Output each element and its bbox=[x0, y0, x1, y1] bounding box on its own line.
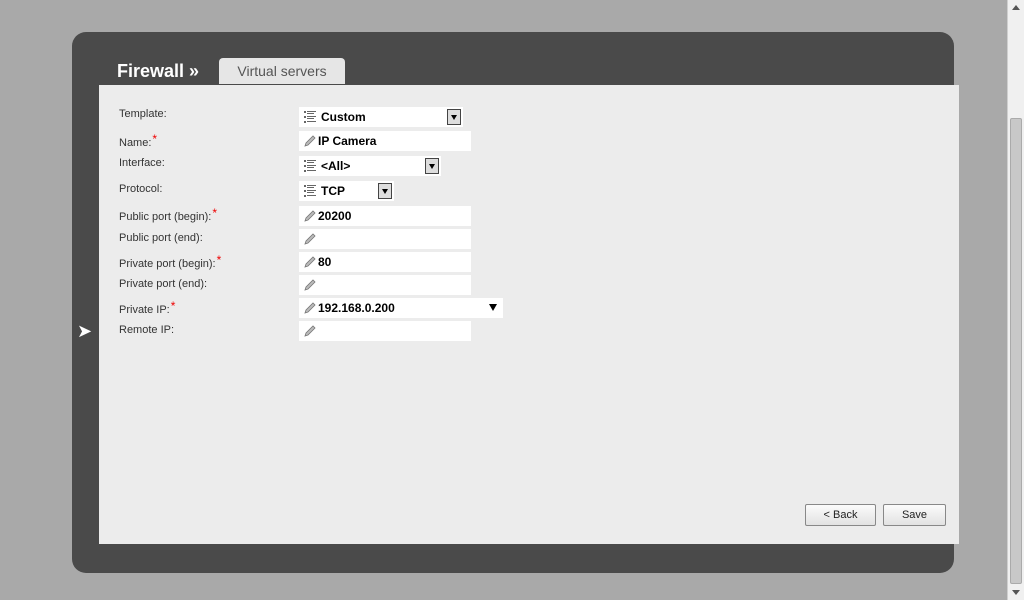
list-icon bbox=[304, 160, 316, 172]
protocol-select[interactable]: TCP bbox=[299, 181, 394, 201]
main-panel: Firewall » Virtual servers ➤ Template: C… bbox=[72, 32, 959, 573]
public-port-begin-value: 20200 bbox=[318, 209, 352, 223]
chevron-down-icon[interactable] bbox=[489, 304, 497, 311]
interface-select[interactable]: <All> bbox=[299, 156, 441, 176]
template-select[interactable]: Custom bbox=[299, 107, 463, 127]
pencil-icon bbox=[304, 233, 316, 245]
save-button[interactable]: Save bbox=[883, 504, 946, 526]
public-port-begin-label: Public port (begin):* bbox=[119, 206, 217, 223]
chevron-down-icon[interactable] bbox=[447, 109, 461, 125]
remote-ip-field[interactable] bbox=[299, 321, 471, 341]
pencil-icon bbox=[304, 210, 316, 222]
breadcrumb-firewall[interactable]: Firewall » bbox=[117, 61, 199, 82]
template-value: Custom bbox=[321, 110, 366, 124]
scroll-thumb[interactable] bbox=[1010, 118, 1022, 584]
name-field[interactable]: IP Camera bbox=[299, 131, 471, 151]
protocol-value: TCP bbox=[321, 184, 345, 198]
public-port-end-field[interactable] bbox=[299, 229, 471, 249]
private-ip-combo[interactable]: 192.168.0.200 bbox=[299, 298, 503, 318]
list-icon bbox=[304, 111, 316, 123]
private-ip-label: Private IP:* bbox=[119, 299, 176, 316]
chevron-down-icon[interactable] bbox=[425, 158, 439, 174]
template-label: Template: bbox=[119, 108, 167, 120]
pencil-icon bbox=[304, 135, 316, 147]
form-area: Template: Custom Name:* IP Camera Interf… bbox=[99, 85, 959, 544]
private-ip-value: 192.168.0.200 bbox=[318, 301, 395, 315]
pencil-icon bbox=[304, 256, 316, 268]
private-port-begin-field[interactable]: 80 bbox=[299, 252, 471, 272]
name-value: IP Camera bbox=[318, 134, 377, 148]
pencil-icon bbox=[304, 302, 316, 314]
private-port-begin-label: Private port (begin):* bbox=[119, 253, 222, 270]
scroll-up-icon[interactable] bbox=[1012, 5, 1020, 10]
scroll-down-icon[interactable] bbox=[1012, 590, 1020, 595]
name-label: Name:* bbox=[119, 132, 158, 149]
chevron-down-icon[interactable] bbox=[378, 183, 392, 199]
vertical-scrollbar[interactable] bbox=[1007, 0, 1024, 600]
tab-virtual-servers[interactable]: Virtual servers bbox=[219, 58, 345, 84]
public-port-begin-field[interactable]: 20200 bbox=[299, 206, 471, 226]
interface-value: <All> bbox=[321, 159, 351, 173]
public-port-end-label: Public port (end): bbox=[119, 232, 203, 244]
private-port-begin-value: 80 bbox=[318, 255, 332, 269]
private-port-end-field[interactable] bbox=[299, 275, 471, 295]
interface-label: Interface: bbox=[119, 157, 165, 169]
pencil-icon bbox=[304, 325, 316, 337]
pencil-icon bbox=[304, 279, 316, 291]
list-icon bbox=[304, 185, 316, 197]
remote-ip-label: Remote IP: bbox=[119, 324, 175, 336]
private-port-end-label: Private port (end): bbox=[119, 278, 208, 290]
back-button[interactable]: < Back bbox=[805, 504, 876, 526]
protocol-label: Protocol: bbox=[119, 183, 163, 195]
chevron-left-icon[interactable]: ➤ bbox=[77, 322, 92, 340]
